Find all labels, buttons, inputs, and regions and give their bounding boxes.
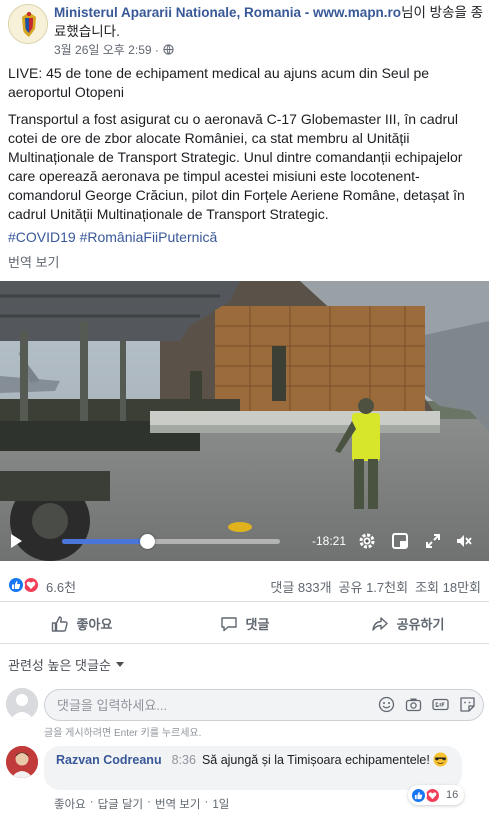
default-avatar-icon [6,688,38,720]
gif-icon[interactable] [432,696,449,713]
share-count[interactable]: 공유 1.7천회 [339,577,409,596]
like-reaction-icon [410,786,427,804]
video-progress-fill [62,539,148,544]
chevron-down-icon [115,662,124,667]
like-reaction-icon [7,576,25,594]
comment-translate-link[interactable]: 번역 보기 [155,796,201,812]
comment-reply-link[interactable]: 답글 달기 [98,796,144,812]
comment-icon [220,616,237,631]
video-progress-thumb[interactable] [140,534,156,549]
comment-text: Să ajungă și la Timișoara echipamentele! [201,753,430,767]
page-avatar[interactable] [8,4,48,44]
composer-hint: 글을 게시하려면 Enter 키를 누르세요. [44,728,202,739]
comment-item: Razvan Codreanu 8:36 Să ajungă și la Timiș… [6,742,484,812]
comment-timestamp[interactable]: 8:36 [172,753,196,767]
post-actions: 좋아요 댓글 공유하기 [0,604,489,644]
coat-of-arms-icon [9,5,47,43]
thumbs-up-icon [51,615,68,632]
post-header: Ministerul Apararii Nationale, Romania -… [0,0,489,62]
share-button[interactable]: 공유하기 [326,604,489,643]
share-icon [371,616,388,631]
like-button[interactable]: 좋아요 [0,604,163,643]
comment-bubble: Razvan Codreanu 8:36 Să ajungă și la Timiș… [44,746,462,790]
user-avatar [6,688,38,720]
video-time-remaining: -18:21 [312,534,347,548]
post-body: Transportul a fost asigurat cu o aeronav… [8,111,465,222]
comment-composer [6,688,484,724]
video-controls: -18:21 [0,521,489,561]
reaction-icons[interactable] [7,576,40,594]
comment-button[interactable]: 댓글 [163,604,326,643]
comment-reaction-count: 16 [446,789,459,801]
post-timestamp[interactable]: 3월 26일 오후 2:59 · [54,41,159,58]
volume-mute-icon[interactable] [455,532,473,550]
share-button-label: 공유하기 [396,617,445,632]
comment-sort-dropdown[interactable]: 관련성 높은 댓글순 [8,655,124,674]
play-icon[interactable] [8,533,24,549]
comment-count[interactable]: 댓글 833개 [270,577,331,596]
emoji-icon[interactable] [378,696,395,713]
comment-like-link[interactable]: 좋아요 [54,796,86,812]
sticker-icon[interactable] [459,696,476,713]
post-meta: 3월 26일 오후 2:59 · [54,41,174,58]
settings-icon[interactable] [358,532,376,550]
fullscreen-icon[interactable] [391,532,409,550]
live-title: LIVE: 45 de tone de echipament medical a… [8,65,430,100]
expand-icon[interactable] [424,532,442,550]
reaction-count[interactable]: 6.6천 [46,577,76,596]
video-frame [0,281,489,561]
post-hashtags[interactable]: #COVID19 #RomâniaFiiPuternică [8,228,484,247]
comment-reactions[interactable]: 16 [408,785,465,805]
page-name-link[interactable]: Ministerul Apararii Nationale, Romania -… [54,5,401,20]
translate-link[interactable]: 번역 보기 [8,253,484,272]
comment-author[interactable]: Razvan Codreanu [56,753,162,767]
commenter-photo [6,746,38,778]
video-progress-bar[interactable] [62,534,280,549]
comment-actions: 좋아요 · 답글 달기 · 번역 보기 · 1일 [54,796,230,812]
camera-icon[interactable] [405,696,422,713]
commenter-avatar[interactable] [6,746,38,778]
globe-icon [163,44,174,55]
comment-age[interactable]: 1일 [212,796,229,812]
sunglasses-emoji-icon [433,752,448,767]
video-player[interactable]: -18:21 [0,281,489,561]
like-button-label: 좋아요 [76,617,113,632]
comment-sort-label: 관련성 높은 댓글순 [8,658,111,673]
comment-button-label: 댓글 [245,617,270,632]
view-count: 조회 18만회 [415,580,481,595]
post-stats: 6.6천 댓글 833개 공유 1.7천회 조회 18만회 [0,566,489,602]
